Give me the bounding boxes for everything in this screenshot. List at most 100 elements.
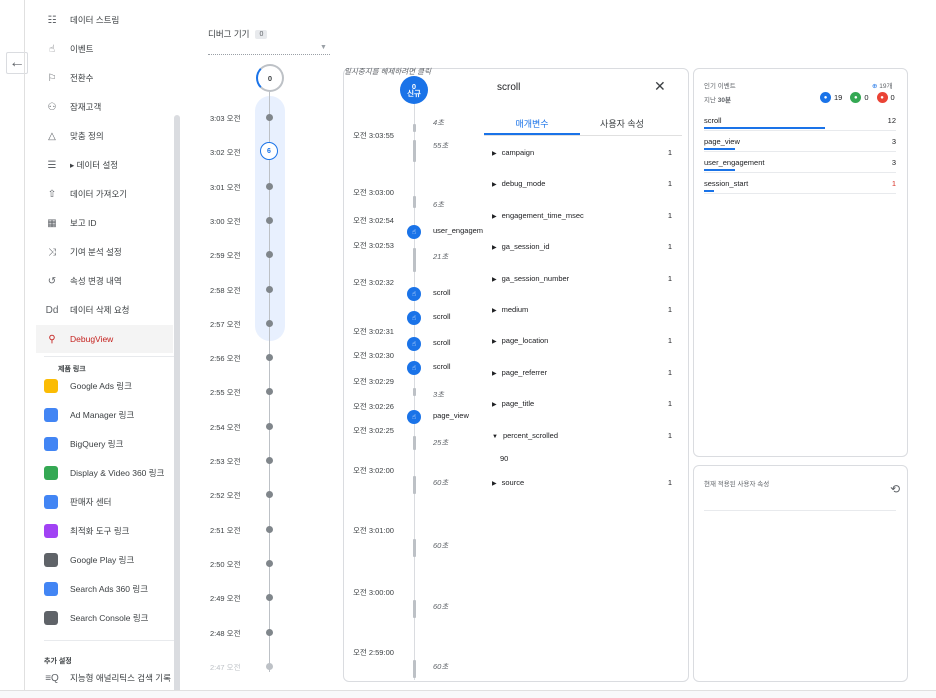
top-event-row[interactable]: scroll 12 [704, 116, 896, 125]
top-event-row[interactable]: page_view 3 [704, 137, 896, 146]
attribution-icon: ⤨ [48, 246, 56, 258]
minute-dot[interactable] [266, 216, 273, 224]
sidebar-item[interactable]: ☰ ▸ 데이터 설정 [44, 155, 119, 175]
sidebar-product-link[interactable]: Search Console 링크 [44, 608, 148, 628]
parameter-row[interactable]: ▶ ga_session_number 1 [492, 274, 672, 283]
top-event-name: scroll [704, 116, 722, 125]
sidebar-product-link[interactable]: Google Play 링크 [44, 550, 134, 570]
minute-dot[interactable] [266, 285, 273, 293]
sidebar-item[interactable]: ⚇ 잠재고객 [44, 97, 102, 117]
parameter-row[interactable]: ▶ source 1 [492, 478, 672, 487]
tab-user-properties[interactable]: 사용자 속성 [582, 117, 662, 130]
minute-dot[interactable] [266, 182, 273, 190]
minute-dot[interactable] [266, 525, 273, 533]
sidebar-item[interactable]: ▦ 보고 ID [44, 213, 96, 233]
sidebar-item[interactable]: ☷ 데이터 스트림 [44, 10, 120, 30]
minute-dot[interactable] [266, 628, 273, 636]
sidebar-item[interactable]: ↺ 속성 변경 내역 [44, 271, 122, 291]
sidebar-item[interactable]: ☝ 이벤트 [44, 39, 94, 59]
parameter-row[interactable]: ▶ campaign 1 [492, 148, 672, 157]
top-event-count: 12 [887, 116, 896, 125]
sidebar-product-link[interactable]: Ad Manager 링크 [44, 405, 134, 425]
sidebar-product-link[interactable]: Display & Video 360 링크 [44, 463, 164, 483]
close-icon[interactable]: ✕ [654, 78, 666, 95]
parameter-count: 1 [667, 367, 672, 377]
minute-dot[interactable] [266, 491, 273, 499]
top-event-row[interactable]: session_start 1 [704, 179, 896, 188]
event-name[interactable]: scroll [433, 312, 483, 321]
event-name[interactable]: page_view [433, 411, 483, 420]
tab-parameters[interactable]: 매개변수 [492, 117, 572, 130]
top-events-total: ⊕ 19개 [872, 80, 892, 90]
sidebar-item[interactable]: ⚐ 전환수 [44, 68, 94, 88]
pause-hint[interactable]: 일시중지를 해제하려면 클릭 [344, 66, 431, 77]
sidebar-item[interactable]: △ 맞춤 정의 [44, 126, 104, 146]
top-event-row[interactable]: user_engagement 3 [704, 158, 896, 167]
sidebar-item[interactable]: ⚲ DebugView [44, 329, 113, 349]
minute-dot[interactable] [266, 662, 273, 670]
sidebar-item[interactable]: ≡Q 지능형 애널리틱스 검색 기록 [44, 668, 171, 688]
history-icon[interactable]: ⟲ [890, 482, 900, 496]
sidebar: ☷ 데이터 스트림 ☝ 이벤트 ⚐ 전환수 ⚇ 잠재고객 △ 맞춤 정의 ☰ ▸ 데이터 설정 ⇧ 데이터… [36, 0, 180, 698]
event-badge-icon[interactable]: ☝ [407, 225, 421, 239]
minutes-top-counter[interactable]: 0 [256, 64, 284, 92]
sidebar-item[interactable]: Dd 데이터 삭제 요청 [44, 300, 130, 320]
minute-dot[interactable] [266, 388, 273, 396]
sidebar-item[interactable]: ⇧ 데이터 가져오기 [44, 184, 127, 204]
merchant-center-icon [44, 495, 58, 509]
sidebar-product-link[interactable]: 판매자 센터 [44, 492, 111, 512]
event-badge-icon[interactable]: ☝ [407, 287, 421, 301]
gap-label: 25초 [433, 438, 449, 447]
second-timestamp: 오전 3:02:29 [353, 377, 394, 386]
parameter-row[interactable]: ▶ page_location 1 [492, 336, 672, 345]
event-name[interactable]: scroll [433, 338, 483, 347]
parameter-row[interactable]: ▶ page_referrer 1 [492, 368, 672, 377]
minute-dot[interactable] [266, 594, 273, 602]
minute-dot[interactable] [266, 114, 273, 121]
minute-dot[interactable] [266, 559, 273, 567]
parameter-count: 1 [667, 273, 672, 283]
top-event-separator [704, 172, 896, 173]
parameter-row[interactable]: ▶ medium 1 [492, 305, 672, 314]
event-name[interactable]: user_engagement [433, 226, 483, 235]
sidebar-item-label: 전환수 [70, 73, 94, 83]
gap-segment [413, 124, 416, 132]
minute-label: 2:52 오전 [210, 491, 241, 501]
sidebar-product-link[interactable]: BigQuery 링크 [44, 434, 123, 454]
parameter-count: 1 [667, 179, 672, 189]
chevron-down-icon[interactable]: ▼ [320, 44, 327, 51]
minute-dot[interactable] [266, 457, 273, 464]
event-badge-icon[interactable]: ☝ [407, 337, 421, 351]
event-badge-icon[interactable]: ☝ [407, 311, 421, 325]
chevron-right-icon: ▶ [492, 182, 497, 189]
minute-dot[interactable] [266, 422, 273, 430]
parameter-row[interactable]: ▶ debug_mode 1 [492, 179, 672, 188]
parameter-row[interactable]: ▶ page_title 1 [492, 399, 672, 408]
parameter-row[interactable]: ▶ ga_session_id 1 [492, 242, 672, 251]
sidebar-product-link[interactable]: 최적화 도구 링크 [44, 521, 129, 541]
data-stream-icon: ☷ [47, 14, 57, 26]
parameter-row[interactable]: ▶ engagement_time_msec 1 [492, 211, 672, 220]
event-badge-icon[interactable]: ☝ [407, 410, 421, 424]
minutes-top-count: 0 [267, 73, 273, 83]
touch-icon: ☝ [48, 43, 56, 55]
chevron-right-icon: ▶ [492, 276, 497, 283]
sidebar-product-link[interactable]: Google Ads 링크 [44, 376, 132, 396]
sidebar-scrollbar[interactable] [174, 115, 180, 695]
gap-segment [413, 476, 416, 494]
sidebar-item-label: 맞춤 정의 [70, 131, 104, 141]
search-ads-icon [44, 582, 58, 596]
event-name[interactable]: scroll [433, 288, 483, 297]
chevron-down-icon: ▼ [492, 433, 498, 440]
debug-device-select[interactable]: 디버그 기기 0 [208, 28, 268, 40]
new-events-button[interactable]: 0 신규 [400, 76, 428, 104]
sidebar-product-link[interactable]: Search Ads 360 링크 [44, 579, 148, 599]
gap-segment [413, 196, 416, 208]
sidebar-item[interactable]: ⤨ 기여 분석 설정 [44, 242, 122, 262]
sidebar-item-label: ▸ 데이터 설정 [70, 160, 119, 170]
minute-dot[interactable] [266, 354, 273, 362]
event-badge-icon[interactable]: ☝ [407, 361, 421, 375]
minute-dot[interactable] [266, 319, 273, 327]
event-name[interactable]: scroll [433, 362, 483, 371]
parameter-row[interactable]: ▼ percent_scrolled 1 [492, 431, 672, 440]
